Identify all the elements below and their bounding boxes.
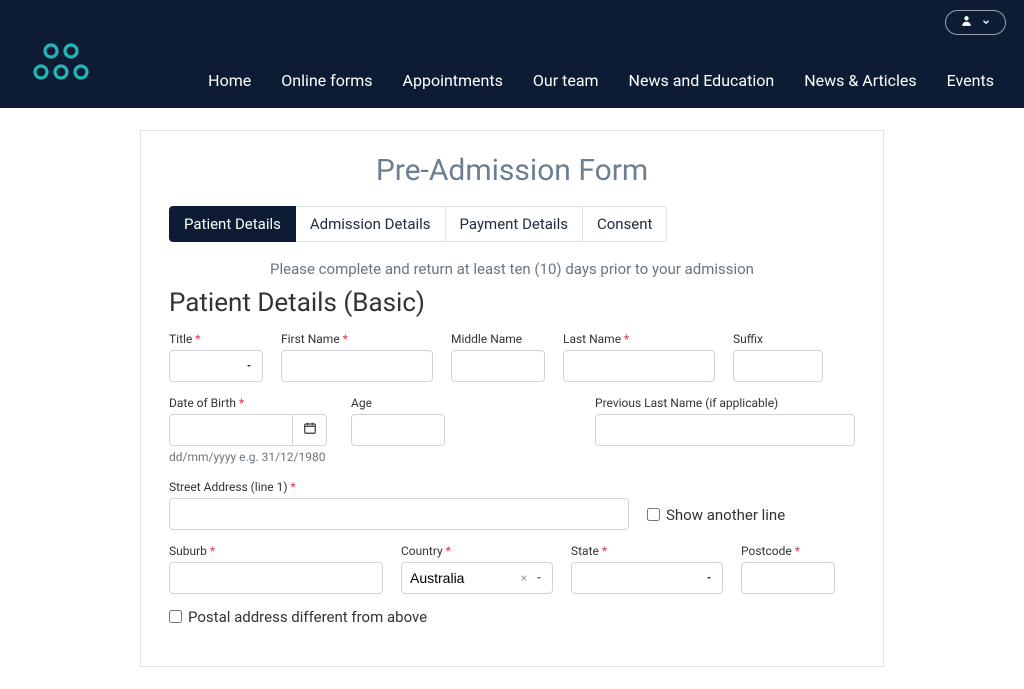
form-panel: Pre-Admission Form Patient Details Admis… xyxy=(140,130,884,667)
nav-links: Home Online forms Appointments Our team … xyxy=(208,71,994,90)
label-state: State * xyxy=(571,544,723,558)
nav-our-team[interactable]: Our team xyxy=(533,71,599,90)
logo[interactable] xyxy=(30,42,92,84)
tab-patient-details[interactable]: Patient Details xyxy=(169,206,296,242)
label-prev-last: Previous Last Name (if applicable) xyxy=(595,396,855,410)
label-postcode: Postcode * xyxy=(741,544,835,558)
label-first-name: First Name * xyxy=(281,332,433,346)
user-icon xyxy=(960,14,973,31)
prev-last-name-input[interactable] xyxy=(595,414,855,446)
form-tabs: Patient Details Admission Details Paymen… xyxy=(169,206,855,242)
nav-events[interactable]: Events xyxy=(947,71,994,90)
label-country: Country * xyxy=(401,544,553,558)
nav-online-forms[interactable]: Online forms xyxy=(281,71,372,90)
first-name-input[interactable] xyxy=(281,350,433,382)
label-suburb: Suburb * xyxy=(169,544,383,558)
age-input xyxy=(351,414,445,446)
chevron-down-icon xyxy=(981,15,991,31)
label-dob: Date of Birth * xyxy=(169,396,327,410)
dob-help: dd/mm/yyyy e.g. 31/12/1980 xyxy=(169,450,327,466)
label-middle-name: Middle Name xyxy=(451,332,545,346)
country-select[interactable] xyxy=(401,562,553,594)
account-menu[interactable] xyxy=(945,10,1006,35)
form-title: Pre-Admission Form xyxy=(169,153,855,188)
middle-name-input[interactable] xyxy=(451,350,545,382)
dob-input[interactable] xyxy=(169,414,293,446)
suburb-input[interactable] xyxy=(169,562,383,594)
navbar: Home Online forms Appointments Our team … xyxy=(0,0,1024,108)
calendar-icon xyxy=(303,421,317,439)
state-select[interactable] xyxy=(571,562,723,594)
nav-news-articles[interactable]: News & Articles xyxy=(804,71,916,90)
tab-admission-details[interactable]: Admission Details xyxy=(296,206,446,242)
label-age: Age xyxy=(351,396,445,410)
label-last-name: Last Name * xyxy=(563,332,715,346)
section-heading: Patient Details (Basic) xyxy=(169,288,855,318)
nav-home[interactable]: Home xyxy=(208,71,251,90)
nav-news-education[interactable]: News and Education xyxy=(629,71,775,90)
nav-appointments[interactable]: Appointments xyxy=(403,71,503,90)
label-suffix: Suffix xyxy=(733,332,823,346)
postcode-input[interactable] xyxy=(741,562,835,594)
suffix-input[interactable] xyxy=(733,350,823,382)
show-another-line-label: Show another line xyxy=(666,506,785,524)
last-name-input[interactable] xyxy=(563,350,715,382)
street1-input[interactable] xyxy=(169,498,629,530)
label-street1: Street Address (line 1) * xyxy=(169,480,629,494)
form-note: Please complete and return at least ten … xyxy=(169,260,855,278)
postal-diff-label: Postal address different from above xyxy=(188,608,427,626)
dob-calendar-button[interactable] xyxy=(293,414,327,446)
tab-payment-details[interactable]: Payment Details xyxy=(446,206,583,242)
title-select[interactable] xyxy=(169,350,263,382)
show-another-line-checkbox[interactable] xyxy=(647,508,660,521)
postal-diff-checkbox[interactable] xyxy=(169,610,182,623)
label-title: Title * xyxy=(169,332,263,346)
tab-consent[interactable]: Consent xyxy=(583,206,668,242)
